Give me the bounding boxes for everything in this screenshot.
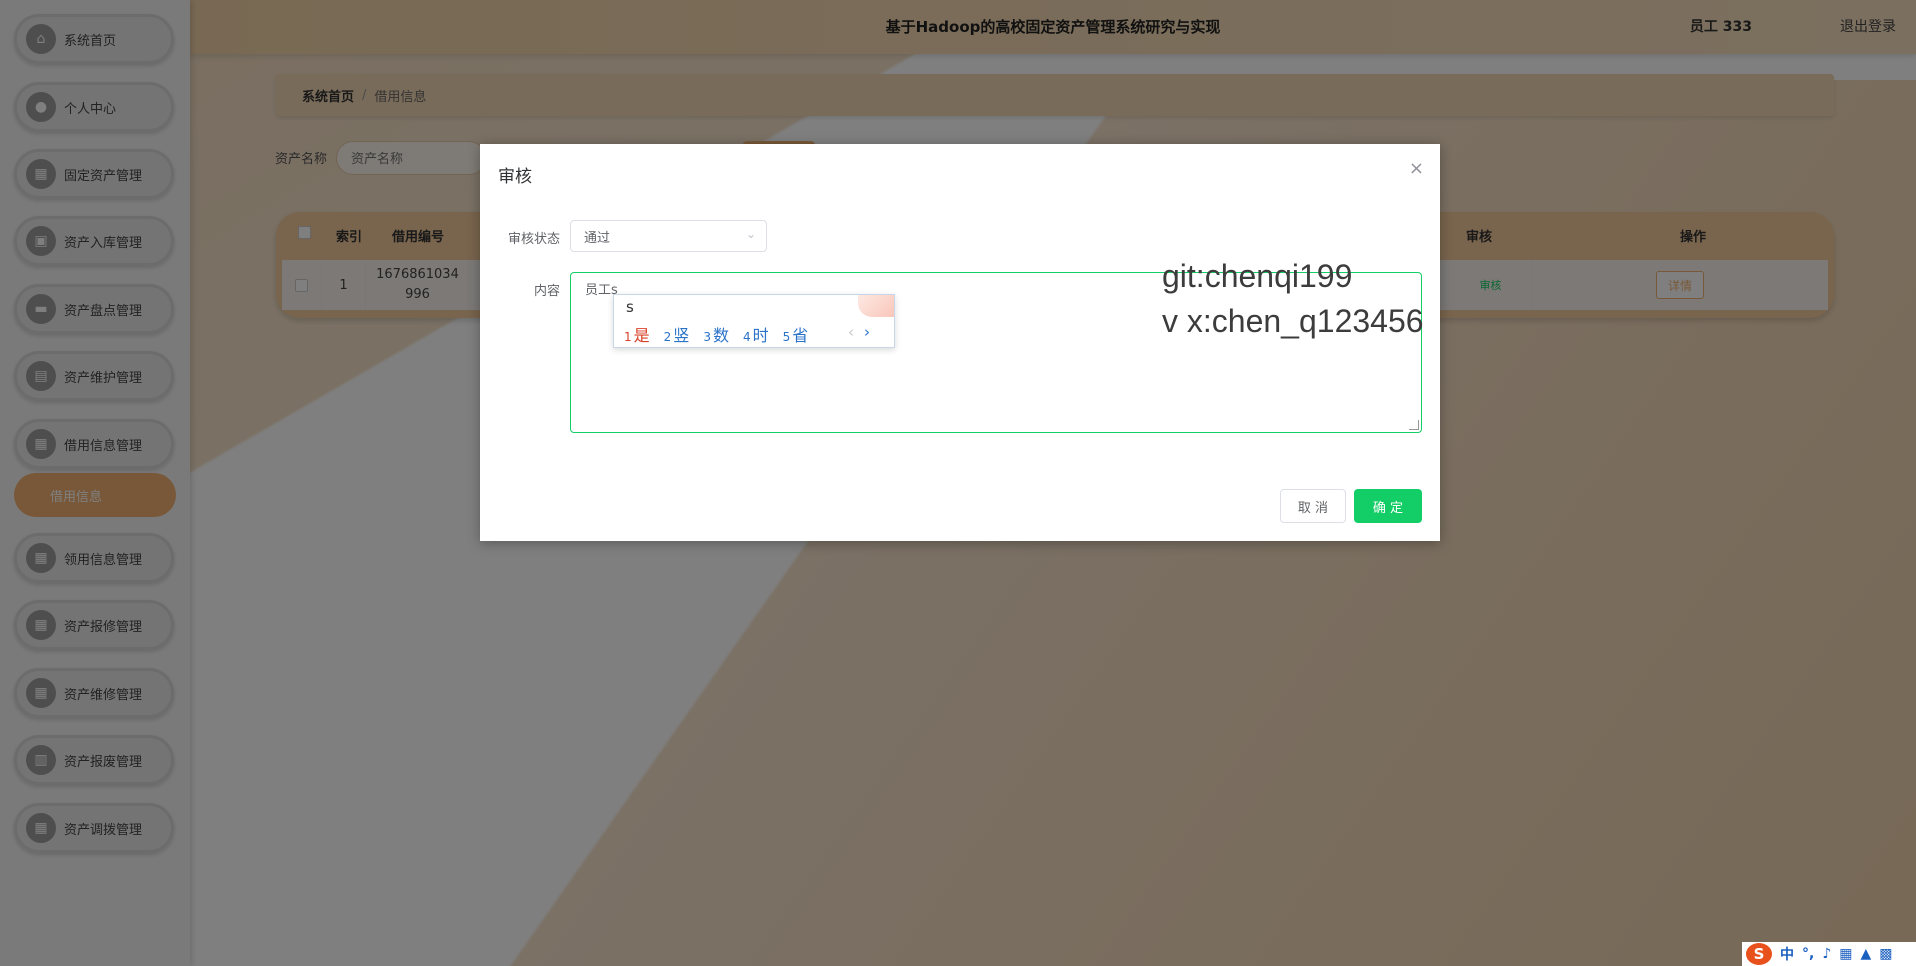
keyboard-icon[interactable]: ▦ xyxy=(1839,946,1852,962)
ime-decoration xyxy=(858,295,894,317)
status-selected-value: 通过 xyxy=(584,230,611,246)
resize-handle-icon[interactable] xyxy=(1409,420,1419,430)
microphone-icon[interactable]: ♪ xyxy=(1822,946,1831,962)
cancel-button[interactable]: 取 消 xyxy=(1280,489,1346,523)
ime-candidates: 1是 2竖 3数 4时 5省 xyxy=(624,322,808,346)
content-label: 内容 xyxy=(533,284,560,299)
chevron-down-icon: ⌄ xyxy=(745,227,756,241)
skin-icon[interactable]: ▲ xyxy=(1861,946,1872,962)
sogou-logo-icon[interactable]: S xyxy=(1746,943,1772,965)
ime-composition: s xyxy=(626,298,634,316)
punctuation-toggle[interactable]: °, xyxy=(1802,946,1814,962)
ime-candidate[interactable]: 3数 xyxy=(703,322,729,346)
ime-candidate-popup: s 1是 2竖 3数 4时 5省 ‹ › xyxy=(613,294,895,348)
ime-candidate[interactable]: 5省 xyxy=(783,322,809,346)
watermark-git: git:chenqi199 xyxy=(1162,258,1353,294)
status-select[interactable]: 通过 ⌄ xyxy=(570,220,767,252)
ime-tray: S 中 °, ♪ ▦ ▲ ▩ xyxy=(1742,942,1916,966)
watermark-wechat: v x:chen_q123456 xyxy=(1162,303,1424,339)
status-label: 审核状态 xyxy=(507,232,560,247)
ime-candidate[interactable]: 1是 xyxy=(624,322,650,346)
ime-prev-icon[interactable]: ‹ xyxy=(848,323,854,341)
ime-candidate[interactable]: 4时 xyxy=(743,322,769,346)
dialog-title: 审核 xyxy=(498,167,532,187)
ime-candidate[interactable]: 2竖 xyxy=(664,322,690,346)
ime-next-icon[interactable]: › xyxy=(864,323,870,341)
audit-dialog: 审核 × 审核状态 通过 ⌄ 内容 员工s git:chenqi199 v x:… xyxy=(480,144,1440,541)
toolbox-icon[interactable]: ▩ xyxy=(1879,946,1892,962)
ime-language-toggle[interactable]: 中 xyxy=(1780,944,1794,964)
close-icon[interactable]: × xyxy=(1409,158,1424,179)
confirm-button[interactable]: 确 定 xyxy=(1354,489,1422,523)
